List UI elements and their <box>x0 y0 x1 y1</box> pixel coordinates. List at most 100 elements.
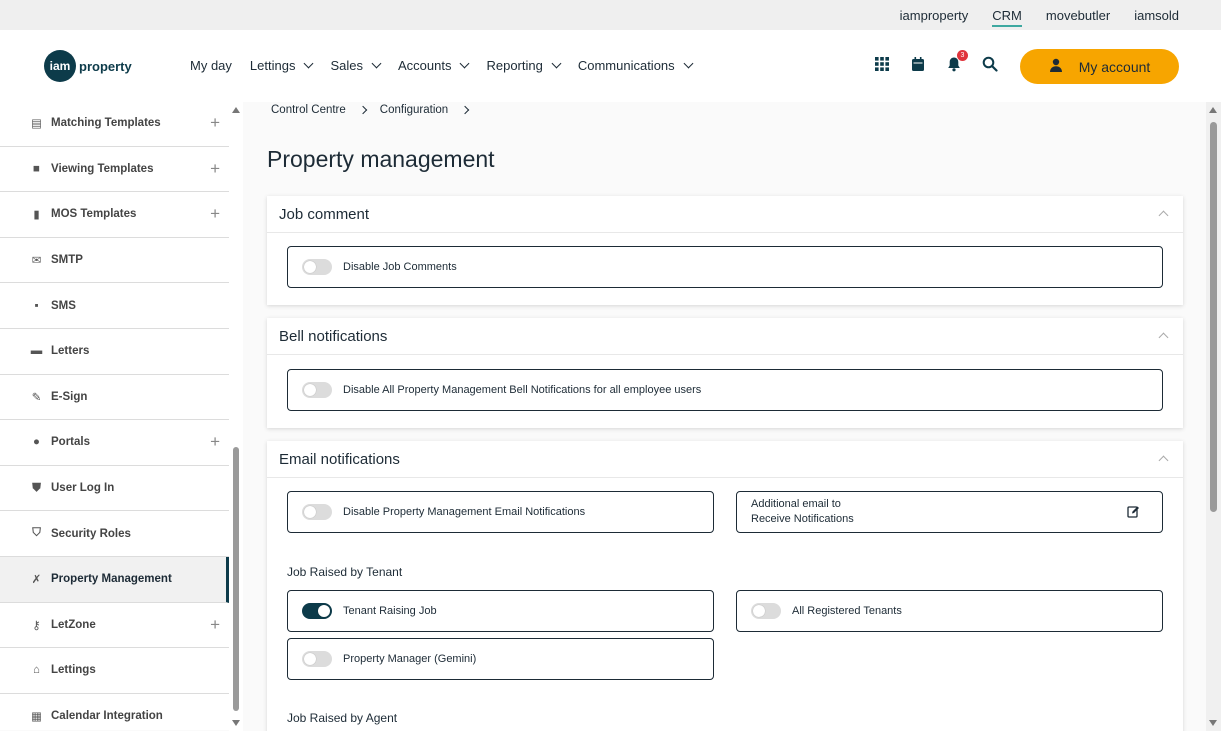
all-registered-tenants-toggle[interactable] <box>751 603 781 619</box>
tenant-raising-job-option[interactable]: Tenant Raising Job <box>287 590 714 632</box>
sidebar-item-label: Letters <box>51 345 90 358</box>
sidebar-item-sms[interactable]: ▪ SMS <box>0 283 229 329</box>
nav-label: Communications <box>577 58 675 73</box>
expand-plus-icon[interactable]: + <box>210 432 220 452</box>
sidebar-item-viewing-templates[interactable]: ■ Viewing Templates + <box>0 147 229 193</box>
sidebar-item-label: Property Management <box>51 573 172 586</box>
disable-bell-notifications-toggle[interactable] <box>302 382 332 398</box>
section-title: Email notifications <box>279 450 400 468</box>
sidebar-item-label: E-Sign <box>51 390 88 403</box>
shield-icon: ⛊ <box>32 481 41 494</box>
main-scrollbar[interactable] <box>1206 102 1221 731</box>
sidebar-item-calendar-integration[interactable]: ▦ Calendar Integration <box>0 694 229 730</box>
disable-job-comments-option[interactable]: Disable Job Comments <box>287 246 1163 288</box>
all-registered-tenants-option[interactable]: All Registered Tenants <box>736 590 1163 632</box>
chevron-up-icon[interactable] <box>1158 332 1169 343</box>
sidebar-item-label: LetZone <box>51 618 96 631</box>
additional-email-option[interactable]: Additional email to Receive Notification… <box>736 491 1163 533</box>
sidebar-item-e-sign[interactable]: ✎ E-Sign <box>0 375 229 421</box>
search-icon[interactable] <box>982 56 998 72</box>
expand-plus-icon[interactable]: + <box>210 113 220 133</box>
sidebar-item-property-management[interactable]: ✗ Property Management <box>0 556 229 603</box>
job-raised-by-tenant-heading: Job Raised by Tenant <box>287 565 403 579</box>
sidebar-item-letters[interactable]: ▬ Letters <box>0 329 229 375</box>
key-icon: ⚷ <box>32 619 41 632</box>
chevron-down-icon <box>371 58 382 69</box>
calendar-icon[interactable] <box>910 56 926 72</box>
apps-grid-icon[interactable] <box>874 56 890 72</box>
notification-count-badge: 3 <box>957 50 968 61</box>
property-manager-gemini-toggle[interactable] <box>302 651 332 667</box>
expand-plus-icon[interactable]: + <box>210 615 220 635</box>
nav-label: Accounts <box>397 58 452 73</box>
sidebar-item-smtp[interactable]: ✉ SMTP <box>0 238 229 284</box>
nav-communications[interactable]: Communications <box>577 58 694 73</box>
header-icons: 3 <box>874 50 998 72</box>
additional-email-label-line1: Additional email to <box>751 498 841 510</box>
expand-plus-icon[interactable]: + <box>210 159 220 179</box>
option-label: All Registered Tenants <box>792 605 902 617</box>
sidebar-item-lettings[interactable]: ⌂ Lettings <box>0 648 229 694</box>
breadcrumb-control-centre[interactable]: Control Centre <box>271 104 346 116</box>
nav-sales[interactable]: Sales <box>330 58 382 73</box>
expand-plus-icon[interactable]: + <box>210 204 220 224</box>
sidebar-item-label: SMS <box>51 299 76 312</box>
edit-icon[interactable] <box>1127 505 1140 523</box>
logo[interactable]: iam property <box>44 50 132 82</box>
sidebar-scroll-thumb[interactable] <box>233 447 239 711</box>
sidebar-item-label: MOS Templates <box>51 208 137 221</box>
option-label: Disable All Property Management Bell Not… <box>343 384 702 396</box>
sidebar-item-portals[interactable]: ● Portals + <box>0 420 229 466</box>
breadcrumb-configuration[interactable]: Configuration <box>380 104 448 116</box>
disable-email-notifications-toggle[interactable] <box>302 504 332 520</box>
job-comment-header[interactable]: Job comment <box>267 196 1183 233</box>
globe-icon: ● <box>33 436 40 449</box>
brand-link-iamsold[interactable]: iamsold <box>1134 8 1179 23</box>
tenant-raising-job-toggle[interactable] <box>302 603 332 619</box>
chevron-up-icon[interactable] <box>1158 455 1169 466</box>
nav-lettings[interactable]: Lettings <box>250 58 314 73</box>
sidebar-item-label: SMTP <box>51 254 83 267</box>
sidebar-item-label: Security Roles <box>51 527 131 540</box>
chevron-up-icon[interactable] <box>1158 210 1169 221</box>
sidebar-item-security-roles[interactable]: ⛉ Security Roles <box>0 511 229 557</box>
chevron-down-icon <box>304 58 314 69</box>
option-label: Disable Job Comments <box>343 261 457 273</box>
nav-my-day[interactable]: My day <box>190 58 232 73</box>
page-title: Property management <box>267 146 495 172</box>
mailbox-icon: ▬ <box>30 345 43 358</box>
disable-job-comments-toggle[interactable] <box>302 259 332 275</box>
sidebar-item-label: Portals <box>51 436 90 449</box>
email-notifications-header[interactable]: Email notifications <box>267 441 1183 478</box>
brand-link-movebutler[interactable]: movebutler <box>1046 8 1110 23</box>
brand-link-crm[interactable]: CRM <box>992 8 1022 27</box>
nav-accounts[interactable]: Accounts <box>397 58 470 73</box>
scroll-up-arrow-icon[interactable] <box>232 107 240 113</box>
bell-notifications-header[interactable]: Bell notifications <box>267 318 1183 355</box>
calendar-icon: ▦ <box>31 711 42 724</box>
notification-bell-icon[interactable]: 3 <box>946 50 968 72</box>
scroll-up-arrow-icon[interactable] <box>1209 107 1217 113</box>
sidebar-item-user-log-in[interactable]: ⛊ User Log In <box>0 466 229 512</box>
pen-icon: ✎ <box>31 391 42 404</box>
section-title: Job comment <box>279 205 370 223</box>
template-icon: ▤ <box>31 118 42 131</box>
option-label: Disable Property Management Email Notifi… <box>343 506 586 518</box>
brand-link-iamproperty[interactable]: iamproperty <box>900 8 969 23</box>
scroll-down-arrow-icon[interactable] <box>232 720 240 726</box>
sidebar-item-matching-templates[interactable]: ▤ Matching Templates + <box>0 101 229 147</box>
nav-reporting[interactable]: Reporting <box>486 58 562 73</box>
section-title: Bell notifications <box>279 327 388 345</box>
chevron-down-icon <box>551 58 562 69</box>
disable-bell-notifications-option[interactable]: Disable All Property Management Bell Not… <box>287 369 1163 411</box>
my-account-button[interactable]: My account <box>1020 49 1179 84</box>
sidebar-item-letzone[interactable]: ⚷ LetZone + <box>0 603 229 649</box>
disable-email-notifications-option[interactable]: Disable Property Management Email Notifi… <box>287 491 714 533</box>
main-scroll-thumb[interactable] <box>1210 122 1217 512</box>
scroll-down-arrow-icon[interactable] <box>1209 720 1217 726</box>
sidebar-item-label: User Log In <box>51 482 115 495</box>
sidebar-item-mos-templates[interactable]: ▮ MOS Templates + <box>0 192 229 238</box>
sidebar-scrollbar[interactable] <box>229 102 243 731</box>
shield-half-icon: ⛉ <box>32 527 41 540</box>
property-manager-gemini-option[interactable]: Property Manager (Gemini) <box>287 638 714 680</box>
